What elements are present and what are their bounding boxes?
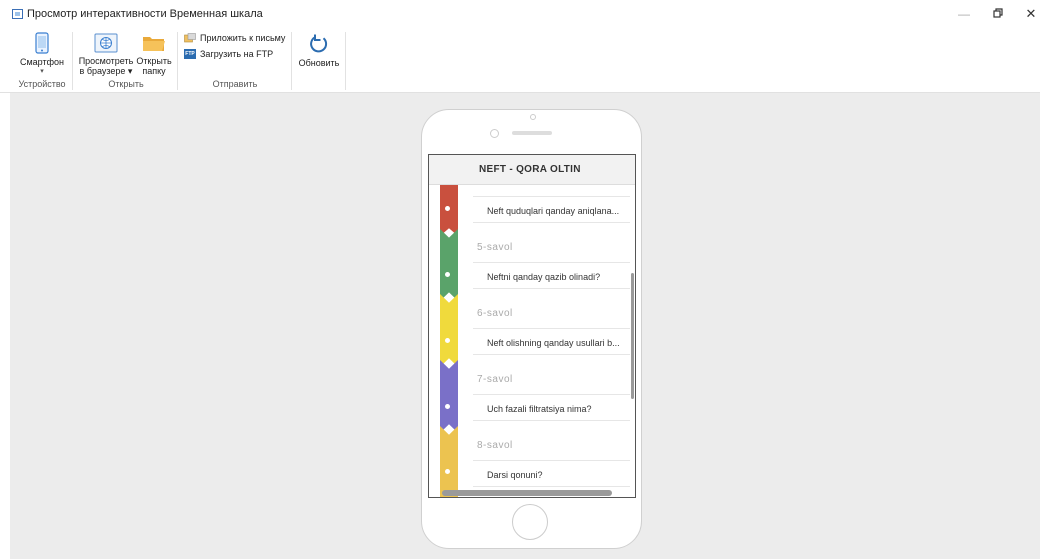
item-divider [473,222,630,223]
ribbon-separator [177,32,178,90]
open-folder-label-2: папку [142,66,166,76]
ribbon: Смартфон ▾ Устройство Просмотреть в брау… [0,28,1040,93]
timeline-marker [445,206,450,211]
timeline-marker [445,272,450,277]
question-text[interactable]: Uch fazali filtratsiya nima? [487,404,630,414]
timeline-segment [440,426,458,497]
timeline-segment [440,294,458,367]
ftp-label: Загрузить на FTP [200,49,274,59]
question-label: 5-savol [477,242,513,253]
item-divider [473,262,630,263]
refresh-label: Обновить [298,58,340,68]
timeline-marker [445,469,450,474]
attach-label: Приложить к письму [200,33,286,43]
ribbon-separator [72,32,73,90]
ftp-icon: FTP [184,49,196,59]
smartphone-label: Смартфон [19,57,64,67]
question-label: 6-savol [477,308,513,319]
phone-speaker [512,131,552,135]
question-label: 8-savol [477,440,513,451]
item-divider [473,486,630,487]
item-divider [473,460,630,461]
open-folder-label: Открыть [136,56,172,66]
question-text[interactable]: Neftni qanday qazib olinadi? [487,272,630,282]
item-divider [473,196,630,197]
minimize-icon[interactable]: — [954,7,974,21]
view-in-browser-label-2: в браузере ▾ [79,66,133,76]
question-label: 7-savol [477,374,513,385]
timeline-marker [445,338,450,343]
app-icon [12,9,23,19]
horizontal-scrollbar[interactable] [442,490,612,496]
home-button[interactable] [512,504,548,540]
phone-screen: NEFT - QORA OLTIN 4-savol Neft quduqlari… [428,154,636,498]
attach-to-email-button[interactable]: Приложить к письму [184,33,285,43]
vertical-scrollbar[interactable] [631,273,634,399]
view-in-browser-label: Просмотреть [78,56,134,66]
question-text[interactable]: Darsi qonuni? [487,470,630,480]
timeline-title: NEFT - QORA OLTIN [479,164,581,175]
restore-icon[interactable] [988,7,1008,21]
view-in-browser-button[interactable]: Просмотреть в браузере ▾ [77,33,135,76]
item-divider [473,328,630,329]
upload-ftp-button[interactable]: FTP Загрузить на FTP [184,49,273,59]
window-title: Просмотр интерактивности Временная шкала [27,8,263,20]
ribbon-separator [345,32,346,90]
front-camera [490,129,499,138]
refresh-button[interactable]: Обновить [296,33,342,68]
smartphone-button[interactable]: Смартфон ▾ [17,32,67,77]
title-bar: Просмотр интерактивности Временная шкала… [0,0,1040,28]
globe-icon [94,33,118,53]
folder-icon [143,37,165,51]
timeline-marker [445,404,450,409]
ribbon-separator [291,32,292,90]
group-label-send: Отправить [212,79,258,89]
question-text[interactable]: Neft olishning qanday usullari b... [487,338,630,348]
smartphone-icon [35,32,49,54]
camera-dot [530,114,536,120]
item-divider [473,394,630,395]
item-divider [473,420,630,421]
close-icon[interactable]: ✕ [1021,7,1040,21]
question-text[interactable]: Neft quduqlari qanday aniqlana... [487,206,630,216]
item-divider [473,354,630,355]
timeline-header: NEFT - QORA OLTIN [429,155,635,185]
group-label-device: Устройство [18,79,66,89]
group-label-open: Открыть [108,79,144,89]
attach-icon [184,33,196,43]
item-divider [473,288,630,289]
refresh-icon [310,34,328,53]
timeline-segment [440,360,458,433]
timeline-segment [440,229,458,301]
open-folder-button[interactable]: Открыть папку [134,33,174,76]
smartphone-dropdown-icon: ▾ [40,68,44,75]
